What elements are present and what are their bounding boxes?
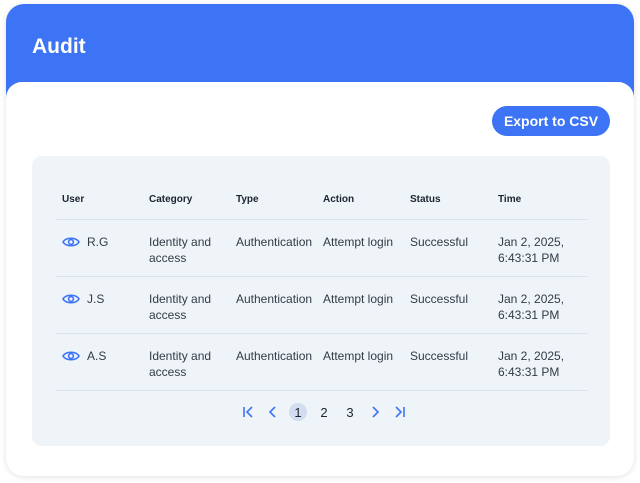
page-button-3[interactable]: 3 bbox=[341, 403, 359, 421]
category-cell: Identity and access bbox=[149, 292, 212, 322]
pagination: 1 2 3 bbox=[237, 402, 411, 422]
action-cell: Attempt login bbox=[323, 349, 394, 363]
user-initials: A.S bbox=[87, 349, 107, 363]
action-cell: Attempt login bbox=[323, 292, 394, 306]
page-button-1[interactable]: 1 bbox=[289, 403, 307, 421]
table-row: J.S Identity and access Authentication A… bbox=[56, 277, 588, 334]
category-cell: Identity and access bbox=[149, 235, 212, 265]
audit-table: User Category Type Action Status Time R.… bbox=[32, 156, 610, 446]
time-cell: Jan 2, 2025, 6:43:31 PM bbox=[498, 292, 565, 322]
column-header-user[interactable]: User bbox=[62, 194, 84, 205]
table-row: A.S Identity and access Authentication A… bbox=[56, 334, 588, 391]
user-cell: J.S bbox=[62, 291, 104, 307]
user-cell: R.G bbox=[62, 234, 108, 250]
user-initials: J.S bbox=[87, 292, 105, 306]
content-panel: Export to CSV User Category Type Action … bbox=[6, 82, 634, 476]
column-header-type[interactable]: Type bbox=[236, 194, 259, 205]
time-cell: Jan 2, 2025, 6:43:31 PM bbox=[498, 349, 565, 379]
next-page-icon[interactable] bbox=[368, 405, 382, 419]
view-eye-icon[interactable] bbox=[62, 350, 80, 362]
page-title: Audit bbox=[32, 35, 86, 58]
column-header-action[interactable]: Action bbox=[323, 194, 354, 205]
column-header-time[interactable]: Time bbox=[498, 194, 521, 205]
category-cell: Identity and access bbox=[149, 349, 212, 379]
column-header-status[interactable]: Status bbox=[410, 194, 441, 205]
column-header-category[interactable]: Category bbox=[149, 194, 192, 205]
table-header-row: User Category Type Action Status Time bbox=[56, 180, 588, 220]
app-window: Audit Export to CSV User Category Type A… bbox=[6, 4, 634, 476]
type-cell: Authentication bbox=[236, 292, 313, 306]
last-page-icon[interactable] bbox=[392, 405, 406, 419]
type-cell: Authentication bbox=[236, 235, 313, 249]
page-button-2[interactable]: 2 bbox=[315, 403, 333, 421]
table-row: R.G Identity and access Authentication A… bbox=[56, 220, 588, 277]
view-eye-icon[interactable] bbox=[62, 236, 80, 248]
user-initials: R.G bbox=[87, 235, 109, 249]
previous-page-icon[interactable] bbox=[266, 405, 280, 419]
first-page-icon[interactable] bbox=[242, 405, 256, 419]
time-cell: Jan 2, 2025, 6:43:31 PM bbox=[498, 235, 565, 265]
status-cell: Successful bbox=[410, 292, 469, 306]
action-cell: Attempt login bbox=[323, 235, 394, 249]
user-cell: A.S bbox=[62, 348, 106, 364]
type-cell: Authentication bbox=[236, 349, 313, 363]
view-eye-icon[interactable] bbox=[62, 293, 80, 305]
export-csv-button[interactable]: Export to CSV bbox=[492, 106, 610, 136]
status-cell: Successful bbox=[410, 235, 469, 249]
status-cell: Successful bbox=[410, 349, 469, 363]
